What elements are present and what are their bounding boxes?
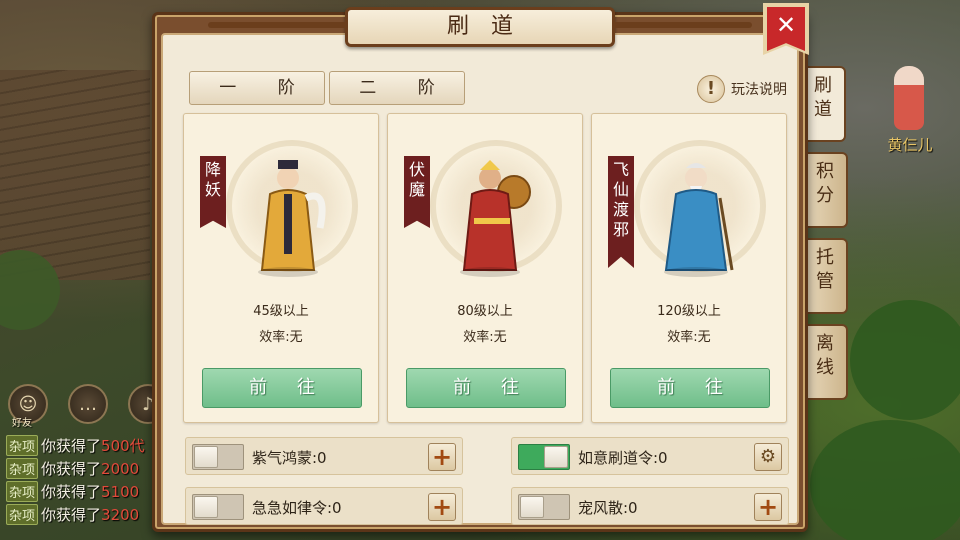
item-label: 宠风散:0	[578, 499, 638, 517]
chat-toolbar: ☺ … ♪	[8, 384, 168, 424]
chat-line: 杂项 你获得了 500代	[6, 434, 156, 457]
toggle-knob	[194, 446, 218, 468]
chat-tag: 杂项	[6, 458, 39, 479]
tier-tabs: 一 阶 二 阶	[189, 71, 465, 105]
item-row-ziqi: 紫气鸿蒙:0 +	[185, 437, 463, 475]
character-portrait	[258, 160, 326, 277]
chat-line: 杂项 你获得了 2000	[6, 457, 156, 480]
bush	[850, 300, 960, 420]
friends-label: 好友	[12, 418, 32, 429]
side-tab-offline[interactable]: 离线	[804, 324, 848, 400]
character-portrait	[460, 160, 531, 277]
toggle-knob	[520, 496, 544, 518]
bush	[810, 420, 960, 540]
shuadao-dialog: 一 阶 二 阶 ! 玩法说明 降妖 45级以上 效率:无 前 往 伏 魔 80级…	[152, 3, 809, 532]
side-tab-auto[interactable]: 托管	[804, 238, 848, 314]
item-toggle[interactable]	[518, 444, 570, 470]
go-button-feixian[interactable]: 前 往	[610, 368, 770, 408]
wooden-deck	[0, 70, 150, 280]
tab-tier-1[interactable]: 一 阶	[189, 71, 325, 105]
character-portrait	[664, 163, 734, 277]
chat-amount: 500代	[101, 437, 145, 455]
go-button-fumo[interactable]: 前 往	[406, 368, 566, 408]
go-button-xiangyao[interactable]: 前 往	[202, 368, 362, 408]
npc-sprite	[894, 66, 924, 130]
gear-icon[interactable]: ⚙	[754, 443, 782, 471]
chat-text: 你获得了	[41, 506, 102, 524]
mode-banner: 降妖	[200, 156, 226, 228]
chat-tag: 杂项	[6, 481, 39, 502]
chat-line: 杂项 你获得了 3200	[6, 503, 156, 526]
level-requirement: 120级以上	[657, 304, 721, 319]
mode-card-fumo: 伏魔 80级以上 效率:无 前 往	[387, 113, 583, 423]
chat-text: 你获得了	[41, 460, 102, 478]
level-requirement: 80级以上	[457, 304, 513, 319]
chat-amount: 3200	[101, 505, 140, 524]
info-icon: !	[697, 75, 725, 103]
item-toggle[interactable]	[518, 494, 570, 520]
side-tab-points[interactable]: 积分	[804, 152, 848, 228]
toggle-knob	[544, 446, 568, 468]
mode-card-xiangyao: 降妖 45级以上 效率:无 前 往	[183, 113, 379, 423]
npc-character[interactable]: 黄仨儿	[880, 60, 940, 170]
dialog-title: 刷道	[208, 7, 752, 47]
dialog-body: 一 阶 二 阶 ! 玩法说明 降妖 45级以上 效率:无 前 往 伏 魔 80级…	[161, 33, 799, 525]
item-row-chongfeng: 宠风散:0 +	[511, 487, 789, 525]
mode-banner: 伏魔	[404, 156, 430, 228]
mode-banner: 飞仙渡邪	[608, 156, 634, 268]
item-toggle[interactable]	[192, 444, 244, 470]
chat-bubble-icon[interactable]: …	[68, 384, 108, 424]
chat-log: 杂项 你获得了 500代 杂项 你获得了 2000 杂项 你获得了 5100 杂…	[6, 434, 156, 526]
chat-amount: 2000	[101, 459, 140, 478]
npc-name: 黄仨儿	[887, 136, 933, 154]
plus-icon[interactable]: +	[428, 443, 456, 471]
chat-tag: 杂项	[6, 504, 39, 525]
item-toggle[interactable]	[192, 494, 244, 520]
side-tab-shuadao[interactable]: 刷道	[802, 66, 846, 142]
item-row-ruyi: 如意刷道令:0 ⚙	[511, 437, 789, 475]
item-label: 如意刷道令:0	[578, 449, 668, 467]
level-requirement: 45级以上	[253, 304, 309, 319]
mode-card-feixian: 飞仙渡邪 120级以上 效率:无 前 往	[591, 113, 787, 423]
tab-tier-2[interactable]: 二 阶	[329, 71, 465, 105]
toggle-knob	[194, 496, 218, 518]
plus-icon[interactable]: +	[754, 493, 782, 521]
item-label: 急急如律令:0	[252, 499, 342, 517]
help-label: 玩法说明	[731, 82, 787, 98]
chat-text: 你获得了	[41, 483, 102, 501]
item-label: 紫气鸿蒙:0	[252, 449, 327, 467]
chat-tag: 杂项	[6, 435, 39, 456]
efficiency-text: 效率:无	[667, 330, 711, 345]
efficiency-text: 效率:无	[259, 330, 303, 345]
chat-line: 杂项 你获得了 5100	[6, 480, 156, 503]
efficiency-text: 效率:无	[463, 330, 507, 345]
plus-icon[interactable]: +	[428, 493, 456, 521]
chat-text: 你获得了	[41, 437, 102, 455]
item-row-jiji: 急急如律令:0 +	[185, 487, 463, 525]
chat-amount: 5100	[101, 482, 140, 501]
help-button[interactable]: ! 玩法说明	[697, 75, 787, 103]
